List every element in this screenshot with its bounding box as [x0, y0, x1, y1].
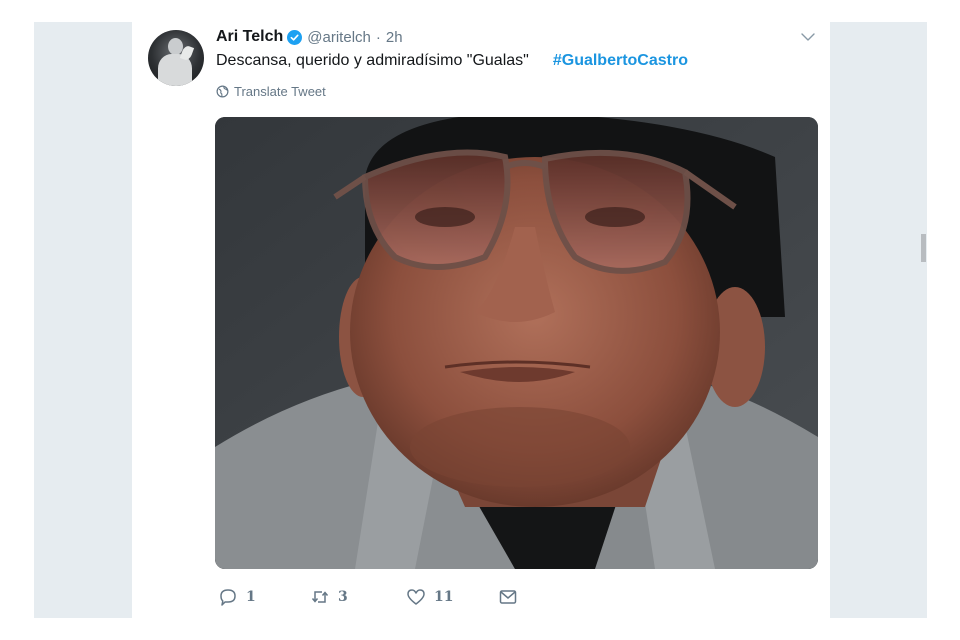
tweet-text: Descansa, querido y admiradísimo "Gualas…	[216, 50, 688, 72]
like-button[interactable]: 11	[406, 587, 498, 607]
retweet-icon	[311, 591, 329, 603]
globe-icon	[216, 85, 229, 98]
portrait-illustration	[215, 117, 818, 569]
tweet-header: Ari Telch @aritelch · 2h	[216, 26, 403, 48]
tweet-timestamp[interactable]: 2h	[386, 29, 403, 46]
verified-badge-icon	[287, 29, 303, 45]
like-count: 11	[434, 589, 454, 605]
translate-label: Translate Tweet	[234, 84, 326, 99]
chevron-down-icon[interactable]	[800, 30, 816, 42]
reply-count: 1	[246, 589, 256, 605]
author-handle[interactable]: @aritelch	[307, 29, 371, 46]
tweet-photo[interactable]	[215, 117, 818, 569]
retweet-button[interactable]: 3	[310, 587, 406, 607]
retweet-count: 3	[338, 589, 348, 605]
tweet-card[interactable]: Ari Telch @aritelch · 2h Descansa, queri…	[132, 22, 830, 618]
envelope-icon	[499, 590, 517, 604]
direct-message-button[interactable]	[498, 587, 526, 607]
tweet-body-text: Descansa, querido y admiradísimo "Gualas…	[216, 52, 529, 69]
reply-bubble-icon	[220, 589, 236, 606]
hashtag-link[interactable]: #GualbertoCastro	[553, 52, 688, 69]
translate-tweet-link[interactable]: Translate Tweet	[216, 84, 326, 99]
header-separator: ·	[375, 28, 381, 46]
tweet-actions: 1 3 11	[218, 586, 526, 608]
author-name[interactable]: Ari Telch	[216, 28, 283, 46]
heart-icon	[407, 589, 425, 605]
scrollbar-thumb[interactable]	[921, 234, 926, 262]
avatar[interactable]	[148, 30, 204, 86]
reply-button[interactable]: 1	[218, 587, 310, 607]
